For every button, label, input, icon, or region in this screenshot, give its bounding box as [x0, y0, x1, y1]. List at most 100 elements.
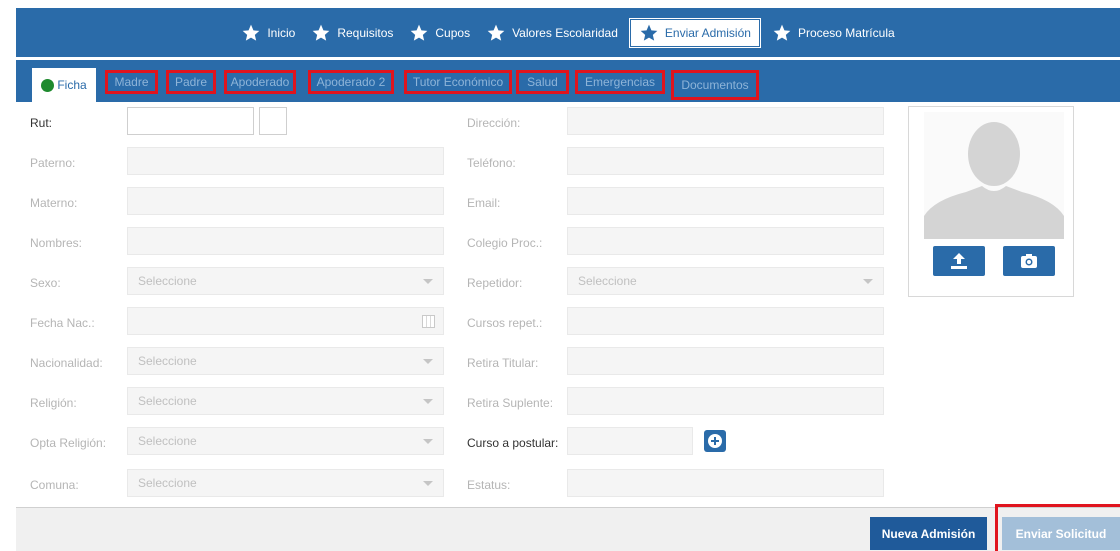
nav-item-inicio[interactable]: Inicio: [233, 19, 303, 47]
chevron-down-icon: [423, 439, 433, 444]
nav-label: Proceso Matrícula: [797, 25, 895, 40]
select-value: Seleccione: [138, 274, 197, 288]
tab-madre[interactable]: Madre: [105, 70, 158, 94]
tab-apoderado[interactable]: Apoderado: [224, 70, 296, 94]
email-label: Email:: [467, 196, 501, 210]
nav-label: Cupos: [435, 25, 471, 40]
upload-icon: [951, 253, 967, 269]
nav-item-valores-escolaridad[interactable]: Valores Escolaridad: [478, 19, 626, 47]
sexo-label: Sexo:: [30, 276, 61, 290]
avatar: [924, 112, 1064, 239]
estatus-label: Estatus:: [467, 478, 511, 492]
select-value: Seleccione: [138, 476, 197, 490]
tab-label: Padre: [174, 75, 208, 89]
repetidor-select[interactable]: Seleccione: [567, 267, 884, 295]
materno-input[interactable]: [127, 187, 444, 215]
direccion-input[interactable]: [567, 107, 884, 135]
tab-salud[interactable]: Salud: [516, 70, 569, 94]
repetidor-label: Repetidor:: [467, 276, 523, 290]
nav-label: Enviar Admisión: [664, 25, 751, 40]
telefono-input[interactable]: [567, 147, 884, 175]
colegio-proc-input[interactable]: [567, 227, 884, 255]
tab-tutor-economico[interactable]: Tutor Económico: [404, 70, 512, 94]
paterno-input[interactable]: [127, 147, 444, 175]
star-icon: [411, 24, 428, 41]
tab-label: Tutor Económico: [412, 75, 504, 89]
nav-label: Inicio: [267, 25, 296, 40]
direccion-label: Dirección:: [467, 116, 521, 130]
select-value: Seleccione: [578, 274, 637, 288]
top-navigation: Inicio Requisitos Cupos Valores Escolari…: [16, 8, 1120, 57]
nav-item-proceso-matricula[interactable]: Proceso Matrícula: [764, 19, 903, 47]
rut-dv-input[interactable]: [259, 107, 287, 135]
star-icon: [640, 24, 658, 41]
chevron-down-icon: [423, 481, 433, 486]
cursos-repet-label: Cursos repet.:: [467, 316, 543, 330]
paterno-label: Paterno:: [30, 156, 76, 170]
sexo-select[interactable]: Seleccione: [127, 267, 444, 295]
nav-item-requisitos[interactable]: Requisitos: [303, 19, 401, 47]
email-input[interactable]: [567, 187, 884, 215]
telefono-label: Teléfono:: [467, 156, 516, 170]
chevron-down-icon: [423, 279, 433, 284]
highlight-frame: [995, 504, 1120, 551]
tab-label: Emergencias: [584, 75, 656, 89]
tab-padre[interactable]: Padre: [166, 70, 216, 94]
select-value: Seleccione: [138, 394, 197, 408]
curso-postular-label: Curso a postular:: [467, 436, 559, 450]
nombres-input[interactable]: [127, 227, 444, 255]
tab-label: Ficha: [57, 78, 87, 92]
religion-select[interactable]: Seleccione: [127, 387, 444, 415]
chevron-down-icon: [423, 399, 433, 404]
star-icon: [773, 24, 791, 41]
calendar-icon[interactable]: [422, 315, 435, 328]
tab-label: Madre: [114, 75, 149, 89]
star-icon: [487, 24, 505, 41]
tab-apoderado-2[interactable]: Apoderado 2: [308, 70, 394, 94]
opta-religion-select[interactable]: Seleccione: [127, 427, 444, 455]
rut-input[interactable]: [127, 107, 254, 135]
religion-label: Religión:: [30, 396, 77, 410]
photo-card: [908, 106, 1074, 297]
tab-documentos[interactable]: Documentos: [671, 70, 759, 100]
plus-circle-icon: [708, 434, 722, 448]
nacionalidad-select[interactable]: Seleccione: [127, 347, 444, 375]
tab-label: Apoderado: [230, 75, 290, 89]
nueva-admision-button[interactable]: Nueva Admisión: [870, 517, 987, 550]
tab-ficha[interactable]: Ficha: [32, 68, 96, 102]
tab-label: Documentos: [681, 78, 749, 92]
retira-titular-label: Retira Titular:: [467, 356, 539, 370]
tab-emergencias[interactable]: Emergencias: [575, 70, 665, 94]
fecha-nac-input[interactable]: [127, 307, 444, 335]
select-value: Seleccione: [138, 354, 197, 368]
nombres-label: Nombres:: [30, 236, 83, 250]
colegio-proc-label: Colegio Proc.:: [467, 236, 543, 250]
upload-photo-button[interactable]: [933, 246, 985, 276]
cursos-repet-input[interactable]: [567, 307, 884, 335]
button-label: Nueva Admisión: [881, 526, 976, 541]
chevron-down-icon: [863, 279, 873, 284]
nacionalidad-label: Nacionalidad:: [30, 356, 103, 370]
leaf-icon: [41, 78, 55, 92]
nav-item-cupos[interactable]: Cupos: [401, 19, 478, 47]
materno-label: Materno:: [30, 196, 78, 210]
nav-item-enviar-admision[interactable]: Enviar Admisión: [628, 17, 761, 48]
retira-suplente-input[interactable]: [567, 387, 884, 415]
star-icon: [242, 24, 260, 41]
nav-label: Requisitos: [337, 25, 394, 40]
retira-titular-input[interactable]: [567, 347, 884, 375]
star-icon: [313, 24, 330, 41]
curso-postular-input[interactable]: [567, 427, 693, 455]
camera-button[interactable]: [1003, 246, 1055, 276]
estatus-input[interactable]: [567, 469, 884, 497]
comuna-label: Comuna:: [30, 478, 79, 492]
tab-label: Apoderado 2: [316, 75, 386, 89]
retira-suplente-label: Retira Suplente:: [467, 396, 554, 410]
ficha-form: Rut: Paterno: Materno: Nombres: Sexo: Se…: [16, 102, 1120, 507]
fecha-nac-label: Fecha Nac.:: [30, 316, 95, 330]
add-curso-button[interactable]: [704, 430, 726, 452]
comuna-select[interactable]: Seleccione: [127, 469, 444, 497]
tab-label: Salud: [527, 75, 558, 89]
opta-religion-label: Opta Religión:: [30, 436, 107, 450]
nav-label: Valores Escolaridad: [512, 25, 618, 40]
